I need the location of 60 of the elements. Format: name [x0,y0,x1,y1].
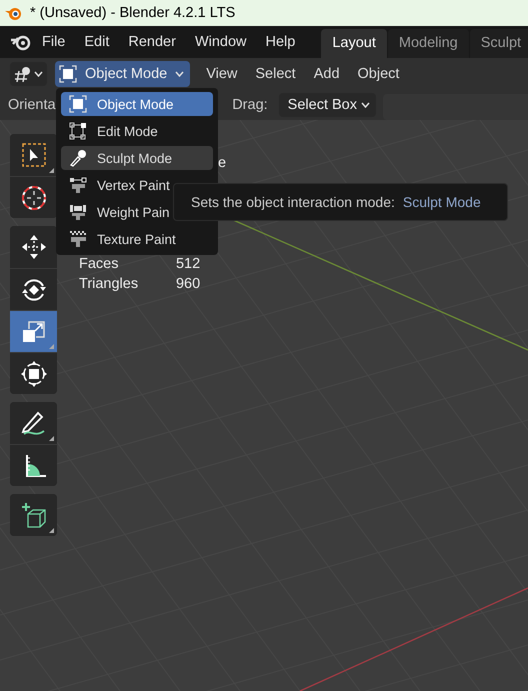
four-arrows-icon [20,233,48,261]
menu-item[interactable]: Window [186,34,257,50]
corner-triangle-icon [49,436,54,441]
menu-item[interactable]: Sculpt Mode [61,146,213,170]
menu-item[interactable]: Add [304,66,349,82]
workspace-tab[interactable]: Layout [321,29,387,58]
stat-value: 512 [176,256,202,272]
menu-item[interactable]: Vertex Paint [61,173,213,197]
workspace-tab[interactable]: Modeling [388,29,469,58]
menu-item[interactable]: Object Mode [61,92,213,116]
editor-type-button[interactable] [10,62,47,86]
object-mode-icon [59,65,77,83]
stat-label: Triangles [79,276,140,292]
menu-item[interactable]: Select [246,66,305,82]
window-title: * (Unsaved) - Blender 4.2.1 LTS [30,5,236,21]
brush-icon [69,149,87,167]
tooltip-text: Sets the object interaction mode: [191,194,395,210]
corner-triangle-icon [49,168,54,173]
app-logo-icon [10,33,32,51]
drag-label: Drag: [232,97,268,113]
overlay-text: e [218,154,226,172]
caret-icon [361,102,370,108]
caret-icon [175,71,184,77]
vertex-square-icon [69,122,87,140]
tool-button[interactable] [10,176,57,218]
corner-triangle-icon [49,344,54,349]
tool-button[interactable] [10,494,57,536]
pencil-icon [20,409,48,437]
menu-item[interactable]: Edit [75,34,120,50]
tool-button[interactable] [10,402,57,444]
workspace-tab[interactable]: Sculpt [470,29,528,58]
menu-item[interactable]: View [197,66,246,82]
stat-value: 960 [176,276,202,292]
paint-drip-icon [69,203,87,221]
orientation-label: Orienta [8,97,56,113]
tool-button[interactable] [10,444,57,486]
select-box-icon [20,141,48,169]
mode-dropdown[interactable]: Object Mode [55,61,190,87]
paint-drip-icon [69,176,87,194]
tool-button[interactable] [10,352,57,394]
menu-item[interactable]: Edit Mode [61,119,213,143]
menu-item[interactable]: File [42,34,76,50]
checker-drip-icon [69,230,87,248]
caret-icon [34,71,43,77]
corner-triangle-icon [49,528,54,533]
crosshair-icon [20,184,48,212]
menu-item[interactable]: Render [119,34,186,50]
app-logo-icon [4,5,24,21]
menu-item[interactable]: Help [256,34,306,50]
tool-button[interactable] [10,310,57,352]
object-mode-icon [69,95,87,113]
tooltip-value: Sculpt Mode [402,194,481,210]
menu-item[interactable]: Texture Paint [61,227,213,251]
transform-icon [20,360,48,388]
tool-button[interactable] [10,134,57,176]
add-cube-icon [20,501,48,529]
drag-dropdown[interactable]: Select Box [278,93,376,117]
menu-item[interactable]: Object [348,66,408,82]
stat-label: Faces [79,256,120,272]
viewport-icon [14,66,32,82]
